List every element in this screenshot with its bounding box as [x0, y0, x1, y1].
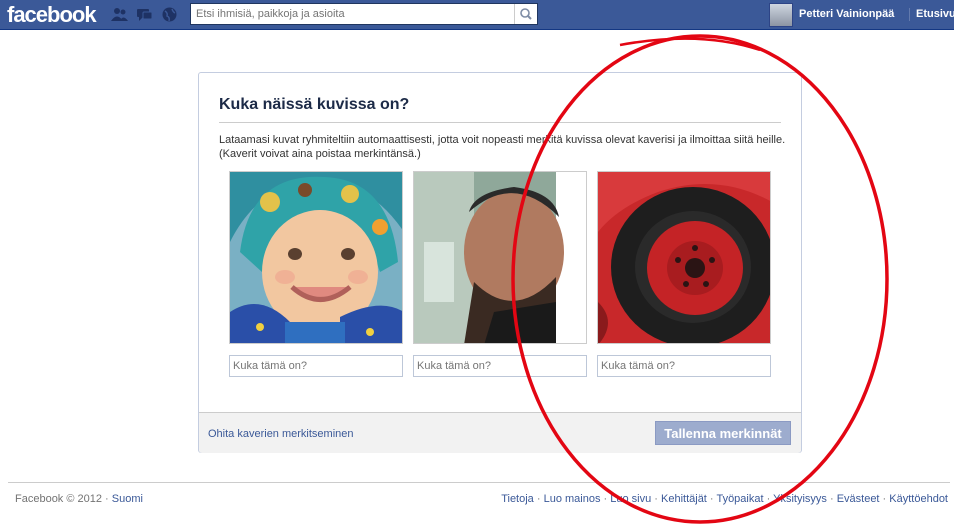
footer-link-careers[interactable]: Työpaikat	[716, 493, 763, 505]
dialog-description: Lataamasi kuvat ryhmiteltiin automaattis…	[219, 134, 786, 160]
avatar[interactable]	[769, 3, 793, 27]
dialog-title: Kuka näissä kuvissa on?	[219, 96, 410, 113]
copyright: Facebook © 2012 · Suomi	[15, 493, 143, 505]
photo-thumbnail-3[interactable]	[597, 171, 771, 344]
photo-baby	[230, 172, 402, 343]
home-link[interactable]: Etusivu	[916, 8, 954, 20]
facebook-logo[interactable]: facebook	[7, 2, 97, 28]
footer-link-cookies[interactable]: Evästeet	[837, 493, 880, 505]
top-bar: facebook Petteri Vainionpää Etusivu	[0, 0, 954, 30]
footer-link-create-ad[interactable]: Luo mainos	[544, 493, 601, 505]
footer-link-about[interactable]: Tietoja	[501, 493, 534, 505]
search-button[interactable]	[514, 4, 537, 24]
search-input[interactable]	[191, 4, 513, 24]
copyright-text: Facebook © 2012 ·	[15, 493, 109, 505]
footer-link-privacy[interactable]: Yksityisyys	[773, 493, 827, 505]
friend-requests-icon[interactable]	[111, 7, 128, 22]
photo-thumbnail-2[interactable]	[413, 171, 587, 344]
photo-thumbnail-1[interactable]	[229, 171, 403, 344]
tag-name-input-2[interactable]	[413, 355, 587, 377]
footer-link-create-page[interactable]: Luo sivu	[610, 493, 651, 505]
save-tags-button[interactable]: Tallenna merkinnät	[655, 421, 791, 445]
footer-links: Tietoja · Luo mainos · Luo sivu · Kehitt…	[501, 493, 948, 505]
search-icon	[520, 8, 532, 20]
photo-man	[414, 172, 586, 343]
title-divider	[219, 122, 781, 123]
photo-wheel	[598, 172, 770, 343]
footer-divider	[8, 482, 950, 483]
search-box	[190, 3, 538, 25]
profile-name[interactable]: Petteri Vainionpää	[799, 8, 894, 20]
top-bar-divider	[909, 8, 910, 21]
tag-name-input-3[interactable]	[597, 355, 771, 377]
tag-friends-dialog: Kuka näissä kuvissa on? Lataamasi kuvat …	[198, 72, 802, 453]
footer-link-terms[interactable]: Käyttöehdot	[889, 493, 948, 505]
tag-name-input-1[interactable]	[229, 355, 403, 377]
notifications-globe-icon[interactable]	[161, 7, 178, 22]
language-link[interactable]: Suomi	[112, 493, 143, 505]
footer-link-developers[interactable]: Kehittäjät	[661, 493, 707, 505]
skip-tagging-link[interactable]: Ohita kaverien merkitseminen	[208, 428, 354, 440]
messages-icon[interactable]	[136, 7, 153, 22]
dialog-footer: Ohita kaverien merkitseminen Tallenna me…	[199, 412, 801, 453]
